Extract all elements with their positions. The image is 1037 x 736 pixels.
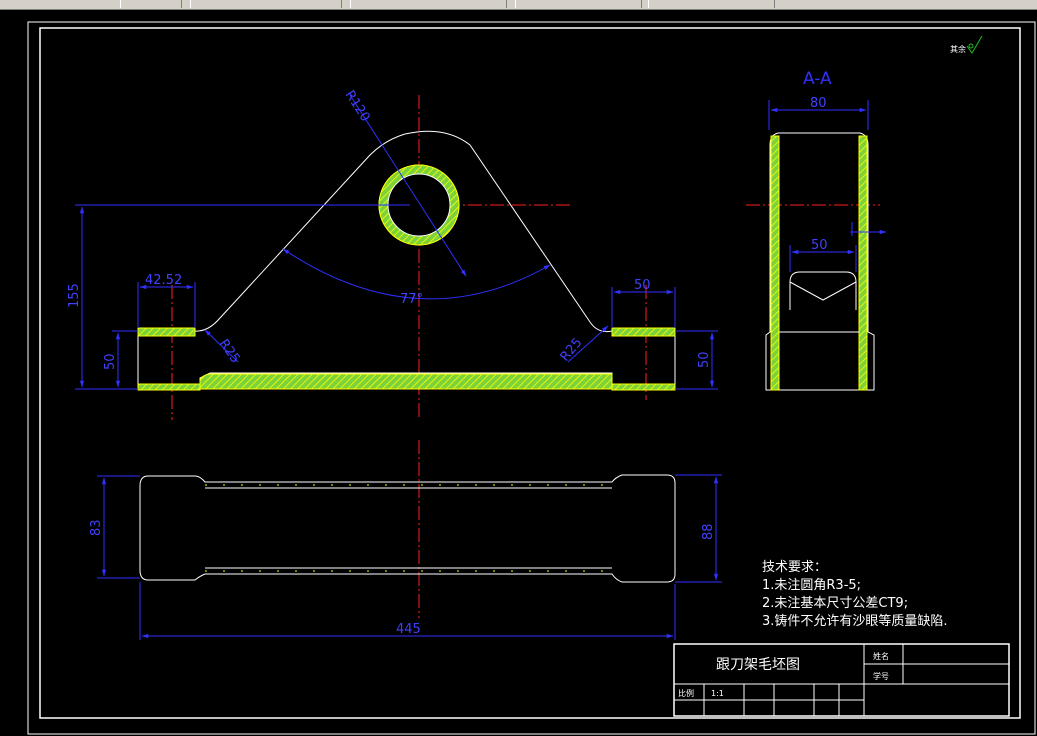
dim-r25-right: R25 <box>558 335 586 364</box>
roughness-symbol: 其余 <box>950 35 983 54</box>
dim-angle77: 77° <box>400 292 423 307</box>
section-label: A-A <box>803 69 832 89</box>
toolbar-lineweight-dropdown[interactable] <box>648 0 775 8</box>
section-hatch-right <box>858 135 868 391</box>
hatch-right-top <box>611 327 676 337</box>
title-block-border <box>673 643 1010 717</box>
dim-w445: 445 <box>396 622 421 637</box>
cad-drawing: R120 77° 155 50 42.52 R25 R25 50 50 A-A … <box>27 21 1036 735</box>
drawing-name: 跟刀架毛坯图 <box>716 657 800 673</box>
roughness-text: 其余 <box>950 44 966 54</box>
dim-w80: 80 <box>810 96 827 111</box>
dim-h50-right: 50 <box>697 351 712 368</box>
name-label: 姓名 <box>873 651 889 661</box>
section-slot-top <box>789 271 857 283</box>
dim-r25-left: R25 <box>216 337 243 367</box>
section-view: A-A 80 50 <box>746 69 887 391</box>
scale-value: 1:1 <box>711 689 724 698</box>
notes-title: 技术要求： <box>762 560 827 575</box>
notes-line-3: 3.铸件不允许有沙眼等质量缺陷. <box>762 613 948 629</box>
top-outline <box>139 474 676 583</box>
toolbar-layer-dropdown[interactable] <box>190 0 342 8</box>
front-view: R120 77° 155 50 42.52 R25 R25 50 50 <box>67 88 718 420</box>
hatch-left-top <box>137 327 196 337</box>
section-outline <box>765 132 875 391</box>
dim-h50-left: 50 <box>103 353 118 370</box>
drawing-canvas[interactable]: R120 77° 155 50 42.52 R25 R25 50 50 A-A … <box>0 10 1037 736</box>
dim-w50-top: 50 <box>634 278 651 293</box>
id-label: 学号 <box>873 671 889 681</box>
title-block: 跟刀架毛坯图 姓名 学号 比例 1:1 <box>673 643 1010 717</box>
dim-h155: 155 <box>67 283 82 308</box>
technical-notes: 技术要求： 1.未注圆角R3-5; 2.未注基本尺寸公差CT9; 3.铸件不允许… <box>762 560 948 629</box>
section-v-notch <box>789 281 857 310</box>
dim-h88: 88 <box>701 523 716 540</box>
notes-line-1: 1.未注圆角R3-5; <box>762 578 861 593</box>
dim-w4252: 42.52 <box>145 273 182 288</box>
hatch-right-bottom <box>611 383 676 391</box>
hatch-base <box>199 373 613 390</box>
dim-r120: R120 <box>342 88 373 125</box>
toolbar-linetype-dropdown[interactable] <box>515 0 642 8</box>
toolbar <box>0 0 1037 10</box>
scale-label: 比例 <box>678 688 694 698</box>
toolbar-icon-group[interactable] <box>120 0 182 8</box>
hatch-left-bottom <box>137 383 201 391</box>
top-view: 83 88 445 <box>89 440 722 640</box>
dim-h83: 83 <box>89 519 104 536</box>
dim-w50-section: 50 <box>811 238 828 253</box>
toolbar-color-dropdown[interactable] <box>350 0 507 8</box>
notes-line-2: 2.未注基本尺寸公差CT9; <box>762 596 908 611</box>
roughness-circle-icon <box>968 43 974 49</box>
section-hatch-left <box>770 135 780 391</box>
